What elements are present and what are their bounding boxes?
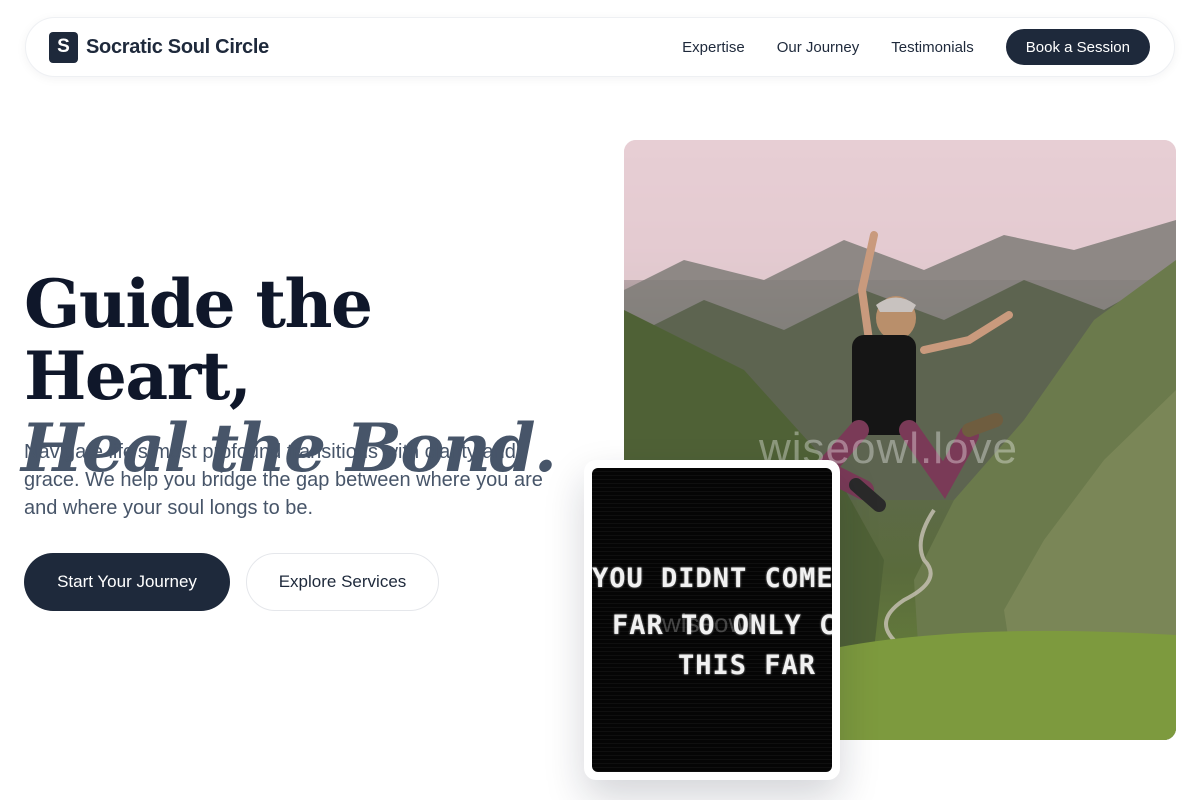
quote-image-card: YOU DIDNT COME THIS FAR TO ONLY COME THI… — [584, 460, 840, 780]
nav-link-our-journey[interactable]: Our Journey — [777, 39, 860, 56]
quote-line-3: THIS FAR — [678, 650, 817, 681]
quote-line-1: YOU DIDNT COME THIS — [592, 563, 832, 594]
nav-link-testimonials[interactable]: Testimonials — [891, 39, 974, 56]
book-session-button[interactable]: Book a Session — [1005, 29, 1150, 65]
headline-line-1: Guide the Heart, — [24, 265, 373, 415]
hero-subtitle: Navigate life's most profound transition… — [24, 441, 543, 519]
start-journey-button[interactable]: Start Your Journey — [24, 553, 230, 611]
brand-name: Socratic Soul Circle — [86, 35, 269, 58]
logo-mark: S — [49, 31, 78, 63]
letterboard-photo: YOU DIDNT COME THIS FAR TO ONLY COME THI… — [592, 468, 832, 772]
top-navigation: S Socratic Soul Circle Expertise Our Jou… — [25, 17, 1175, 77]
nav-link-expertise[interactable]: Expertise — [682, 39, 745, 56]
card-watermark: wiseowl — [662, 608, 754, 638]
brand-logo[interactable]: S Socratic Soul Circle — [49, 31, 269, 63]
nav-links: Expertise Our Journey Testimonials Book … — [682, 29, 1150, 65]
explore-services-button[interactable]: Explore Services — [246, 553, 439, 611]
